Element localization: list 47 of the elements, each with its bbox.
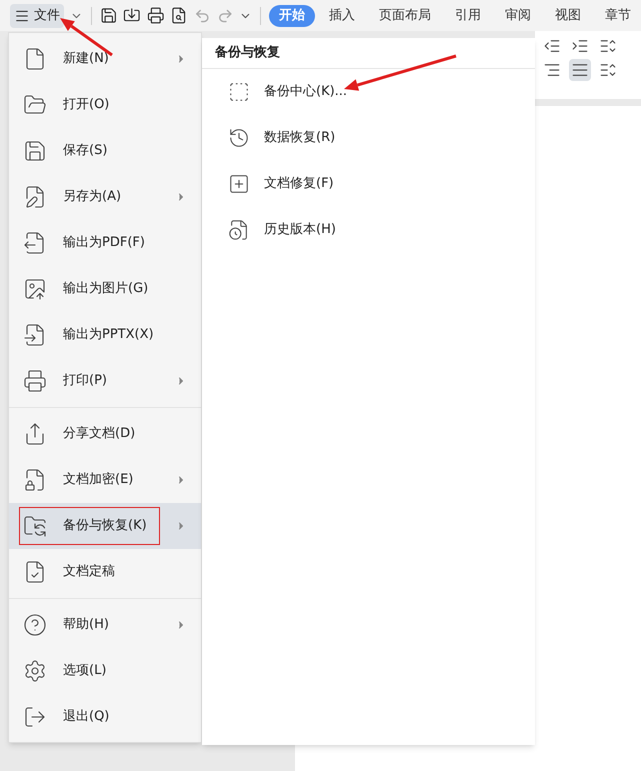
folder-restore-icon	[23, 514, 47, 538]
justify-button[interactable]	[569, 59, 591, 81]
help-icon	[23, 613, 47, 637]
square-plus-icon	[228, 173, 250, 195]
spacing-icon[interactable]	[599, 37, 617, 55]
ribbon-tab[interactable]: 章节	[595, 4, 641, 26]
menu-item[interactable]: 输出为图片(G)	[9, 266, 201, 312]
save-icon[interactable]	[100, 6, 118, 25]
file-clock-icon	[228, 219, 250, 241]
exit-icon	[23, 705, 47, 729]
menu-item[interactable]: 另存为(A)	[9, 174, 201, 220]
print-icon[interactable]	[146, 6, 164, 25]
menu-item[interactable]: 输出为PDF(F)	[9, 220, 201, 266]
indent-decrease-icon[interactable]	[543, 37, 561, 55]
submenu-item[interactable]: 数据恢复(R)	[202, 115, 535, 161]
menu-item[interactable]: 文档定稿	[9, 549, 201, 595]
ribbon-tab[interactable]: 审阅	[495, 4, 542, 26]
menu-item[interactable]: 新建(N)	[9, 36, 201, 82]
submenu-item[interactable]: 备份中心(K)...	[202, 69, 535, 115]
ribbon-tab[interactable]: 页面布局	[369, 4, 442, 26]
indent-increase-icon[interactable]	[571, 37, 589, 55]
ribbon-tab[interactable]: 引用	[445, 4, 492, 26]
menu-item[interactable]: 打开(O)	[9, 82, 201, 128]
file-menu-button[interactable]: 文件	[10, 4, 64, 28]
menu-item[interactable]: 分享文档(D)	[9, 411, 201, 457]
menu-item[interactable]: 输出为PPTX(X)	[9, 312, 201, 358]
history-icon	[228, 127, 250, 149]
submenu-title: 备份与恢复	[202, 38, 535, 69]
save-icon	[23, 139, 47, 163]
submenu-item[interactable]: 文档修复(F)	[202, 161, 535, 207]
image-export-icon	[23, 277, 47, 301]
square-icon	[228, 81, 250, 103]
printer-icon	[23, 369, 47, 393]
menu-item[interactable]: 打印(P)	[9, 358, 201, 404]
line-spacing-icon[interactable]	[599, 61, 617, 79]
submenu-item[interactable]: 历史版本(H)	[202, 207, 535, 253]
menu-item[interactable]: 退出(Q)	[9, 694, 201, 740]
menu-item[interactable]: 选项(L)	[9, 648, 201, 694]
menu-item[interactable]: 帮助(H)	[9, 602, 201, 648]
menu-item[interactable]: 文档加密(E)	[9, 457, 201, 503]
ribbon-tab[interactable]: 视图	[545, 4, 592, 26]
settings-icon	[23, 659, 47, 683]
menu-item[interactable]: 备份与恢复(K)	[9, 503, 201, 549]
menu-item[interactable]: 保存(S)	[9, 128, 201, 174]
ribbon-tab[interactable]: 插入	[319, 4, 366, 26]
align-right-icon[interactable]	[543, 61, 561, 79]
preview-icon[interactable]	[170, 6, 188, 25]
